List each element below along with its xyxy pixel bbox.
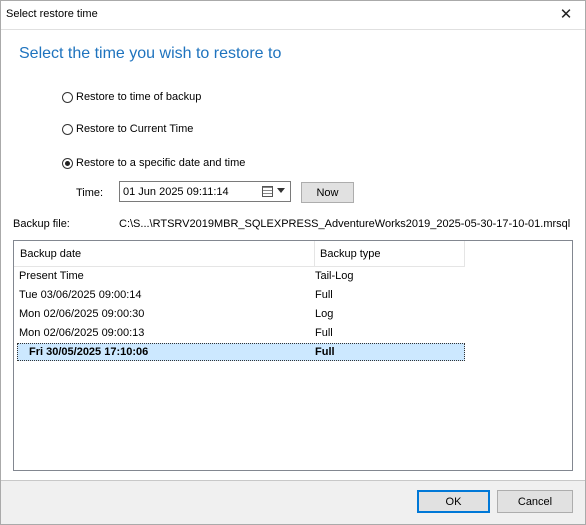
backup-date-cell: Tue 03/06/2025 09:00:14 [19, 289, 142, 301]
window-title: Select restore time [6, 8, 98, 20]
backup-date-cell: Mon 02/06/2025 09:00:13 [19, 327, 145, 339]
option-label: Restore to time of backup [76, 91, 202, 103]
time-label: Time: [76, 187, 104, 199]
backup-date-cell: Present Time [19, 270, 84, 282]
backup-type-cell: Full [315, 327, 333, 339]
page-title: Select the time you wish to restore to [19, 45, 282, 62]
chevron-down-icon[interactable] [277, 188, 285, 193]
option-label: Restore to Current Time [76, 123, 194, 135]
restore-to-current-option[interactable]: Restore to Current Time [62, 123, 193, 135]
option-label: Restore to a specific date and time [76, 157, 246, 169]
cancel-button[interactable]: Cancel [497, 490, 573, 513]
calendar-icon[interactable] [262, 186, 273, 197]
now-button[interactable]: Now [301, 182, 354, 203]
restore-to-specific-option[interactable]: Restore to a specific date and time [62, 157, 245, 169]
close-icon[interactable]: ✕ [546, 0, 586, 28]
backup-date-cell: Fri 30/05/2025 17:10:06 [29, 346, 149, 358]
column-header-backup-date[interactable]: Backup date [14, 241, 315, 266]
backup-type-cell: Full [315, 346, 335, 358]
backup-list[interactable]: Backup date Backup type Present Time Tai… [13, 240, 573, 471]
backup-file-path: C:\S...\RTSRV2019MBR_SQLEXPRESS_Adventur… [119, 218, 571, 230]
footer-bar: OK Cancel [0, 481, 586, 525]
restore-to-backup-option[interactable]: Restore to time of backup [62, 91, 201, 103]
radio-button[interactable] [62, 91, 73, 103]
backup-file-label: Backup file: [13, 218, 70, 230]
backup-type-cell: Log [315, 308, 334, 320]
backup-type-cell: Full [315, 289, 333, 301]
table-row[interactable]: Mon 02/06/2025 09:00:30 Log [17, 305, 465, 323]
table-row-selected[interactable]: Fri 30/05/2025 17:10:06 Full [17, 343, 465, 361]
datetime-picker[interactable]: 01 Jun 2025 09:11:14 [119, 181, 291, 202]
table-row[interactable]: Mon 02/06/2025 09:00:13 Full [17, 324, 465, 342]
table-row[interactable]: Present Time Tail-Log [17, 267, 465, 285]
backup-type-cell: Tail-Log [315, 270, 354, 282]
backup-date-cell: Mon 02/06/2025 09:00:30 [19, 308, 145, 320]
radio-button-selected[interactable] [62, 157, 73, 169]
title-bar: Select restore time ✕ [0, 0, 586, 30]
datetime-value: 01 Jun 2025 09:11:14 [123, 186, 229, 198]
ok-button[interactable]: OK [417, 490, 490, 513]
column-header-backup-type[interactable]: Backup type [315, 241, 465, 266]
radio-button[interactable] [62, 123, 73, 135]
table-row[interactable]: Tue 03/06/2025 09:00:14 Full [17, 286, 465, 304]
